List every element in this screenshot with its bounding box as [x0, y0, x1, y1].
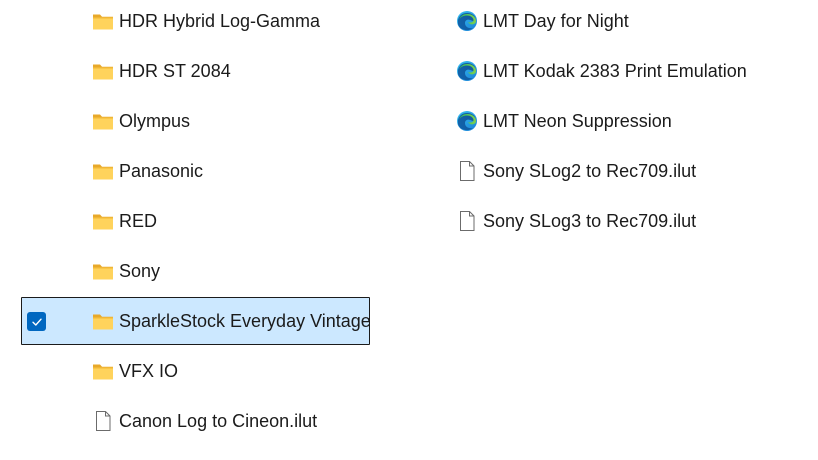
item-label: LMT Neon Suppression	[483, 111, 672, 131]
list-item[interactable]: RED	[21, 197, 370, 245]
folder-icon	[92, 360, 114, 382]
folder-icon	[92, 310, 114, 332]
list-item[interactable]: LMT Neon Suppression	[440, 97, 780, 145]
folder-icon	[92, 160, 114, 182]
item-label: LMT Day for Night	[483, 11, 629, 31]
file-icon	[456, 210, 478, 232]
file-icon	[92, 410, 114, 432]
list-item[interactable]: VFX IO	[21, 347, 370, 395]
list-item[interactable]: Sony SLog2 to Rec709.ilut	[440, 147, 780, 195]
item-label: Panasonic	[119, 161, 204, 181]
item-label: VFX IO	[119, 361, 179, 381]
edge-browser-icon	[456, 10, 478, 32]
list-item[interactable]: Olympus	[21, 97, 370, 145]
item-label: Canon Log to Cineon.ilut	[119, 411, 318, 431]
list-item[interactable]: Panasonic	[21, 147, 370, 195]
item-label: LMT Kodak 2383 Print Emulation	[483, 61, 747, 81]
list-item[interactable]: Canon Log to Cineon.ilut	[21, 397, 370, 445]
list-item[interactable]: LMT Day for Night	[440, 0, 780, 45]
folder-icon	[92, 210, 114, 232]
edge-browser-icon	[456, 60, 478, 82]
list-item[interactable]: HDR Hybrid Log-Gamma	[21, 0, 370, 45]
item-label: HDR Hybrid Log-Gamma	[119, 11, 321, 31]
folder-icon	[92, 60, 114, 82]
list-item[interactable]: LMT Kodak 2383 Print Emulation	[440, 47, 780, 95]
item-label: SparkleStock Everyday Vintage	[119, 311, 371, 331]
list-item[interactable]: Sony SLog3 to Rec709.ilut	[440, 197, 780, 245]
folder-icon	[92, 260, 114, 282]
folder-icon	[92, 110, 114, 132]
list-item[interactable]: HDR ST 2084	[21, 47, 370, 95]
item-label: Sony SLog2 to Rec709.ilut	[483, 161, 697, 181]
folder-icon	[92, 10, 114, 32]
selection-checkbox[interactable]	[27, 312, 46, 331]
item-label: Olympus	[119, 111, 191, 131]
list-item-selected[interactable]: SparkleStock Everyday Vintage	[21, 297, 371, 345]
item-label: Sony SLog3 to Rec709.ilut	[483, 211, 697, 231]
item-label: Sony	[119, 261, 161, 281]
checkmark-icon	[31, 318, 42, 326]
edge-browser-icon	[456, 110, 478, 132]
item-label: RED	[119, 211, 158, 231]
item-label: HDR ST 2084	[119, 61, 231, 81]
list-item[interactable]: Sony	[21, 247, 370, 295]
file-icon	[456, 160, 478, 182]
